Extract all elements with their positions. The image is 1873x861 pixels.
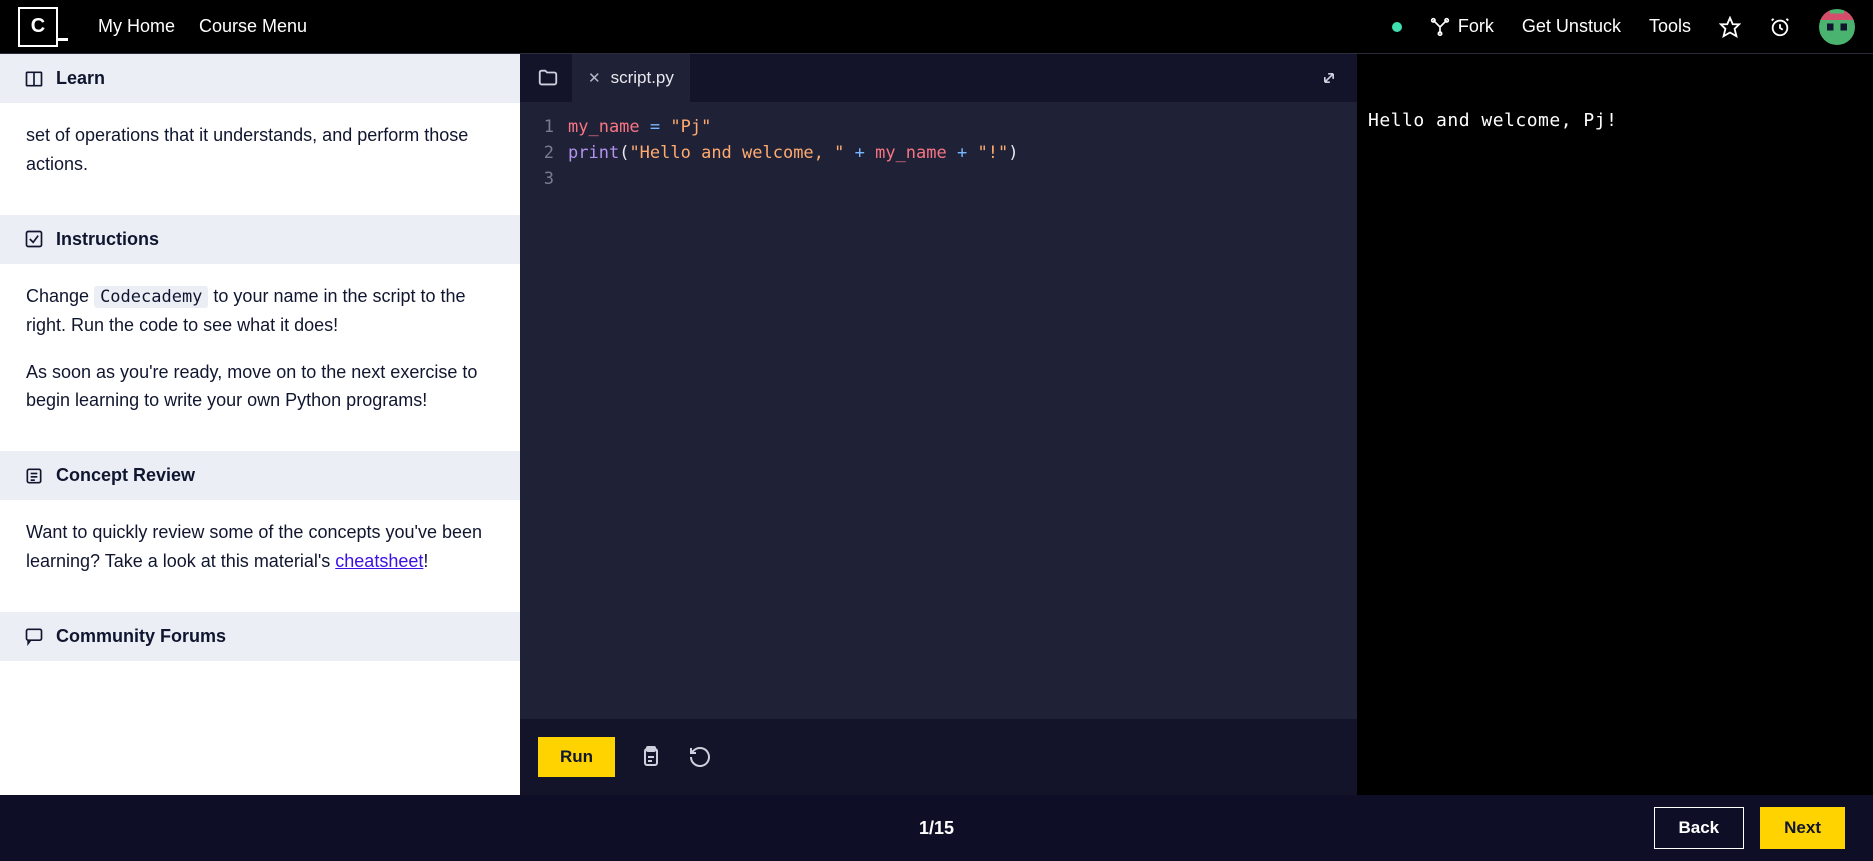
terminal-output: Hello and welcome, Pj! bbox=[1368, 110, 1863, 131]
line-gutter: 1 2 3 bbox=[520, 114, 568, 719]
chat-icon bbox=[24, 626, 44, 646]
tab-script-py[interactable]: ✕ script.py bbox=[572, 54, 690, 102]
instruction-p2: As soon as you're ready, move on to the … bbox=[26, 358, 494, 416]
reset-button[interactable] bbox=[685, 742, 715, 772]
forums-body bbox=[0, 661, 520, 701]
refresh-icon bbox=[688, 745, 712, 769]
concept-header-label: Concept Review bbox=[56, 465, 195, 486]
learn-section-header: Learn bbox=[0, 54, 520, 103]
learn-body: set of operations that it understands, a… bbox=[0, 103, 520, 215]
fork-icon bbox=[1430, 17, 1450, 37]
line-number: 1 bbox=[520, 114, 554, 140]
concept-review-header: Concept Review bbox=[0, 451, 520, 500]
book-icon bbox=[24, 69, 44, 89]
expand-icon bbox=[1319, 68, 1339, 88]
avatar[interactable] bbox=[1819, 9, 1855, 45]
nav-course-menu[interactable]: Course Menu bbox=[199, 16, 307, 37]
avatar-icon bbox=[1820, 10, 1854, 44]
run-button[interactable]: Run bbox=[538, 737, 615, 777]
forums-header-label: Community Forums bbox=[56, 626, 226, 647]
file-tree-button[interactable] bbox=[528, 58, 568, 98]
back-button[interactable]: Back bbox=[1654, 807, 1745, 849]
instructions-section-header: Instructions bbox=[0, 215, 520, 264]
list-icon bbox=[24, 466, 44, 486]
concept-text: Want to quickly review some of the conce… bbox=[26, 518, 494, 576]
terminal-panel[interactable]: Hello and welcome, Pj! bbox=[1358, 54, 1873, 795]
code-editor[interactable]: 1 2 3 my_name = "Pj" print("Hello and we… bbox=[520, 102, 1357, 719]
instructions-header-label: Instructions bbox=[56, 229, 159, 250]
tab-label: script.py bbox=[611, 68, 674, 88]
topbar: C My Home Course Menu Fork Get Unstuck T… bbox=[0, 0, 1873, 54]
learn-text-fragment: set of operations that it understands, a… bbox=[26, 121, 494, 179]
bookmark-button[interactable] bbox=[1719, 16, 1741, 38]
code-line: my_name = "Pj" bbox=[568, 114, 1357, 140]
line-number: 3 bbox=[520, 166, 554, 192]
get-unstuck-button[interactable]: Get Unstuck bbox=[1522, 16, 1621, 37]
nav-my-home[interactable]: My Home bbox=[98, 16, 175, 37]
fork-label: Fork bbox=[1458, 16, 1494, 37]
learn-header-label: Learn bbox=[56, 68, 105, 89]
next-button[interactable]: Next bbox=[1760, 807, 1845, 849]
bottom-bar: 1/15 Back Next bbox=[0, 795, 1873, 861]
fork-button[interactable]: Fork bbox=[1430, 16, 1494, 37]
close-icon[interactable]: ✕ bbox=[588, 69, 601, 87]
line-number: 2 bbox=[520, 140, 554, 166]
expand-editor-button[interactable] bbox=[1309, 68, 1349, 88]
code-content[interactable]: my_name = "Pj" print("Hello and welcome,… bbox=[568, 114, 1357, 719]
cheatsheet-link[interactable]: cheatsheet bbox=[335, 551, 423, 571]
timer-button[interactable] bbox=[1769, 16, 1791, 38]
community-forums-header: Community Forums bbox=[0, 612, 520, 661]
clipboard-icon bbox=[638, 745, 662, 769]
nav-buttons: Back Next bbox=[1654, 807, 1846, 849]
editor-tabs: ✕ script.py bbox=[520, 54, 1357, 102]
progress-indicator: 1/15 bbox=[919, 818, 954, 839]
instruction-p1: Change Codecademy to your name in the sc… bbox=[26, 282, 494, 340]
concept-body: Want to quickly review some of the conce… bbox=[0, 500, 520, 612]
top-nav-right: Fork Get Unstuck Tools bbox=[1392, 9, 1855, 45]
editor-toolbar: Run bbox=[520, 719, 1357, 795]
logo[interactable]: C bbox=[18, 7, 58, 47]
lesson-panel[interactable]: Learn set of operations that it understa… bbox=[0, 54, 520, 795]
top-nav-left: My Home Course Menu bbox=[98, 16, 307, 37]
instructions-body: Change Codecademy to your name in the sc… bbox=[0, 264, 520, 452]
copy-button[interactable] bbox=[635, 742, 665, 772]
check-icon bbox=[24, 229, 44, 249]
editor-panel: ✕ script.py 1 2 3 my_name = "Pj" print("… bbox=[520, 54, 1358, 795]
concept-post: ! bbox=[423, 551, 428, 571]
code-line: print("Hello and welcome, " + my_name + … bbox=[568, 140, 1357, 166]
tools-button[interactable]: Tools bbox=[1649, 16, 1691, 37]
main-area: Learn set of operations that it understa… bbox=[0, 54, 1873, 795]
connection-status-icon bbox=[1392, 22, 1402, 32]
instr-pre: Change bbox=[26, 286, 94, 306]
star-icon bbox=[1719, 16, 1741, 38]
instr-code: Codecademy bbox=[94, 286, 208, 308]
code-line bbox=[568, 166, 1357, 192]
clock-icon bbox=[1769, 16, 1791, 38]
folder-icon bbox=[537, 67, 559, 89]
